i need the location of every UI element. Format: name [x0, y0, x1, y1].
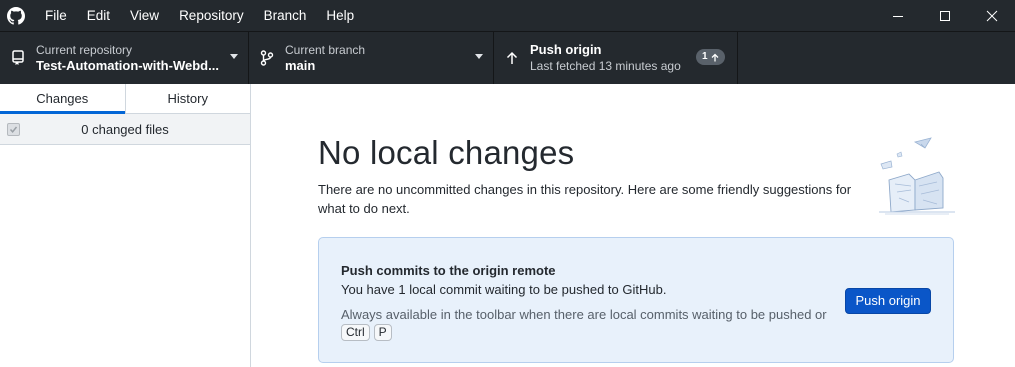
current-repository-name: Test-Automation-with-Webd...: [36, 58, 219, 73]
changed-files-count: 0 changed files: [81, 121, 169, 137]
push-origin-title: Push origin: [530, 42, 602, 57]
close-icon[interactable]: [968, 0, 1015, 31]
arrow-up-icon: [494, 50, 530, 66]
current-branch-label: Current branch: [285, 43, 366, 57]
chevron-down-icon: [475, 54, 483, 59]
git-branch-icon: [249, 50, 285, 66]
tab-history[interactable]: History: [126, 84, 251, 113]
menu-bar: File Edit View Repository Branch Help: [35, 0, 364, 31]
suggestion-hint: Always available in the toolbar when the…: [341, 307, 827, 322]
last-fetched-text: Last fetched 13 minutes ago: [530, 59, 681, 73]
suggestion-description: You have 1 local commit waiting to be pu…: [341, 282, 667, 297]
current-repository-button[interactable]: Current repository Test-Automation-with-…: [0, 32, 249, 84]
github-icon[interactable]: [0, 0, 31, 31]
main-panel: No local changes There are no uncommitte…: [251, 84, 1015, 367]
maximize-icon[interactable]: [921, 0, 968, 31]
menu-help[interactable]: Help: [316, 0, 364, 31]
current-branch-button[interactable]: Current branch main: [249, 32, 494, 84]
kbd-ctrl: Ctrl: [341, 324, 370, 341]
title-bar: File Edit View Repository Branch Help: [0, 0, 1015, 31]
menu-repository[interactable]: Repository: [169, 0, 254, 31]
minimize-icon[interactable]: [874, 0, 921, 31]
menu-edit[interactable]: Edit: [77, 0, 120, 31]
tab-changes[interactable]: Changes: [0, 84, 126, 114]
select-all-checkbox[interactable]: [7, 123, 20, 136]
sidebar: Changes History 0 changed files: [0, 84, 251, 367]
ahead-count: 1: [702, 51, 708, 62]
chevron-down-icon: [230, 54, 238, 59]
empty-state-illustration: [875, 136, 957, 221]
repo-icon: [0, 50, 36, 66]
sidebar-tabs: Changes History: [0, 84, 250, 114]
window-controls: [874, 0, 1015, 31]
current-branch-name: main: [285, 58, 316, 73]
keyboard-shortcut: Ctrl P: [341, 324, 392, 341]
changes-list-header: 0 changed files: [0, 114, 250, 145]
push-origin-button[interactable]: Push origin Last fetched 13 minutes ago …: [494, 32, 738, 84]
toolbar: Current repository Test-Automation-with-…: [0, 31, 1015, 84]
menu-branch[interactable]: Branch: [254, 0, 317, 31]
push-origin-suggestion-button[interactable]: Push origin: [845, 288, 931, 314]
push-commits-suggestion: Push commits to the origin remote You ha…: [318, 237, 954, 363]
suggestion-title: Push commits to the origin remote: [341, 263, 556, 278]
arrow-up-icon: [711, 53, 719, 61]
check-icon: [9, 126, 18, 133]
current-repository-label: Current repository: [36, 43, 133, 57]
menu-view[interactable]: View: [120, 0, 169, 31]
kbd-p: P: [373, 324, 392, 341]
page-description: There are no uncommitted changes in this…: [318, 182, 852, 216]
ahead-count-badge: 1: [696, 49, 725, 65]
page-title: No local changes: [318, 134, 575, 171]
menu-file[interactable]: File: [35, 0, 77, 31]
